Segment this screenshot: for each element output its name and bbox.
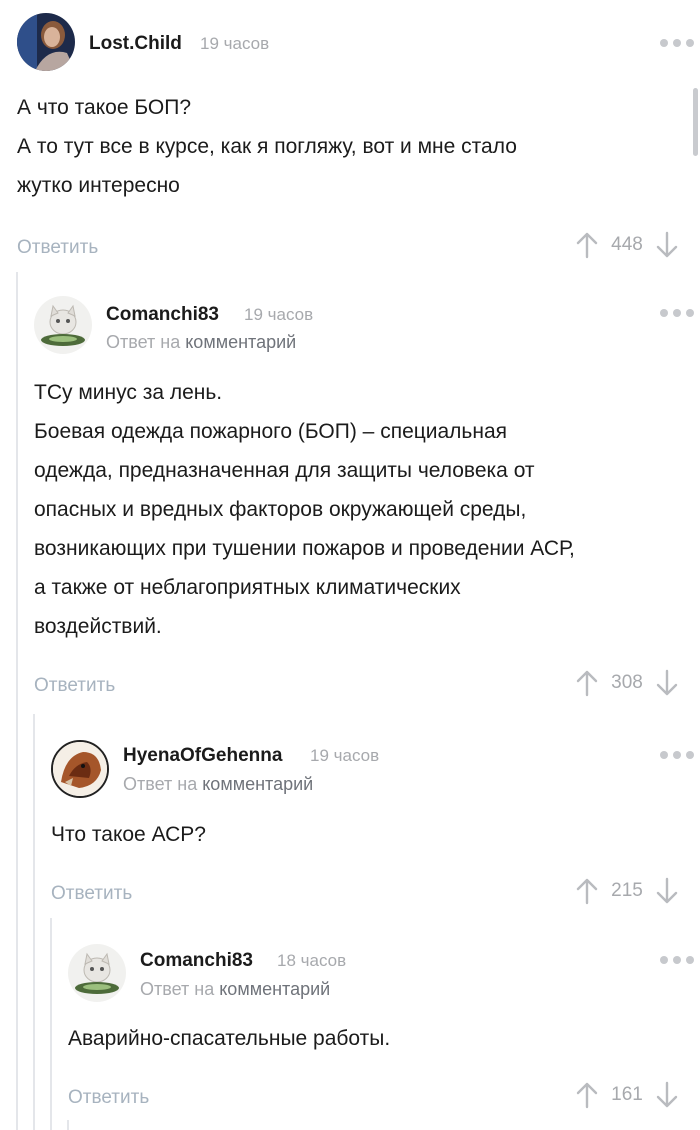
comment-header: Lost.Child 19 часов xyxy=(17,13,700,73)
username[interactable]: Comanchi83 xyxy=(106,304,219,326)
arrow-up-icon[interactable] xyxy=(576,669,598,697)
comment-body: ТСу минус за лень. Боевая одежда пожарно… xyxy=(34,373,684,646)
more-dots-icon[interactable] xyxy=(660,956,694,964)
comment-line: опасных и вредных факторов окружающей ср… xyxy=(34,498,527,521)
comment-line: одежда, предназначенная для защиты челов… xyxy=(34,459,535,482)
reply-to-prefix: Ответ на xyxy=(123,774,198,794)
reply-to-prefix: Ответ на xyxy=(140,979,215,999)
comment-footer: Ответить 215 xyxy=(51,871,700,911)
comment-line: а также от неблагоприятных климатических xyxy=(34,576,461,599)
reply-to: Ответ на комментарий xyxy=(106,332,296,353)
arrow-up-icon[interactable] xyxy=(576,877,598,905)
comment-hyenaofgehenna: HyenaOfGehenna 19 часов Ответ на коммент… xyxy=(51,740,700,911)
scrollbar[interactable] xyxy=(693,88,698,156)
comment-line: Боевая одежда пожарного (БОП) – специаль… xyxy=(34,420,508,443)
reply-to: Ответ на комментарий xyxy=(140,979,330,1000)
timestamp: 19 часов xyxy=(244,305,314,324)
reply-to-link[interactable]: комментарий xyxy=(202,774,313,794)
thread-line-level-3 xyxy=(50,918,52,1130)
timestamp: 19 часов xyxy=(200,34,270,53)
more-dots-icon[interactable] xyxy=(660,39,694,47)
comment-header: Comanchi83 19 часов Ответ на комментарий xyxy=(34,296,700,356)
arrow-up-icon[interactable] xyxy=(576,1081,598,1109)
vote-controls: 308 xyxy=(576,669,678,697)
avatar[interactable] xyxy=(68,944,126,1002)
avatar[interactable] xyxy=(51,740,109,798)
comment-line: Что такое АСР? xyxy=(51,823,206,846)
comment-header: HyenaOfGehenna 19 часов Ответ на коммент… xyxy=(51,740,700,800)
thread-line-level-4 xyxy=(67,1120,69,1130)
reply-button[interactable]: Ответить xyxy=(68,1087,149,1109)
arrow-down-icon[interactable] xyxy=(656,669,678,697)
reply-button[interactable]: Ответить xyxy=(51,883,132,905)
vote-controls: 161 xyxy=(576,1081,678,1109)
reply-to: Ответ на комментарий xyxy=(123,774,313,795)
comment-line: воздействий. xyxy=(34,615,162,638)
vote-controls: 215 xyxy=(576,877,678,905)
comment-line: Аварийно-спасательные работы. xyxy=(68,1027,391,1050)
rating-count: 308 xyxy=(611,672,643,693)
rating-count: 161 xyxy=(611,1084,643,1105)
comment-footer: Ответить 308 xyxy=(34,663,700,703)
avatar[interactable] xyxy=(34,296,92,354)
comment-footer: Ответить 161 xyxy=(68,1075,700,1115)
arrow-up-icon[interactable] xyxy=(576,231,598,259)
username[interactable]: HyenaOfGehenna xyxy=(123,745,282,767)
comment-line: А то тут все в курсе, как я погляжу, вот… xyxy=(17,135,517,158)
reply-button[interactable]: Ответить xyxy=(17,237,98,259)
timestamp: 18 часов xyxy=(277,951,347,970)
comment-comanchi83-reply: Comanchi83 18 часов Ответ на комментарий… xyxy=(68,944,700,1115)
comment-line: возникающих при тушении пожаров и провед… xyxy=(34,537,575,560)
arrow-down-icon[interactable] xyxy=(656,877,678,905)
thread-line-level-2 xyxy=(33,714,35,1130)
arrow-down-icon[interactable] xyxy=(656,231,678,259)
comment-lost-child: Lost.Child 19 часов А что такое БОП? А т… xyxy=(17,13,700,263)
rating-count: 215 xyxy=(611,880,643,901)
comment-comanchi83: Comanchi83 19 часов Ответ на комментарий… xyxy=(34,296,700,703)
more-dots-icon[interactable] xyxy=(660,751,694,759)
comment-footer: Ответить 448 xyxy=(17,223,700,263)
comment-line: ТСу минус за лень. xyxy=(34,381,223,404)
arrow-down-icon[interactable] xyxy=(656,1081,678,1109)
reply-button[interactable]: Ответить xyxy=(34,675,115,697)
thread-line-level-1 xyxy=(16,272,18,1130)
more-dots-icon[interactable] xyxy=(660,309,694,317)
reply-to-prefix: Ответ на xyxy=(106,332,181,352)
comment-line: жутко интересно xyxy=(17,174,180,197)
avatar[interactable] xyxy=(17,13,75,71)
timestamp: 19 часов xyxy=(310,746,380,765)
username[interactable]: Comanchi83 xyxy=(140,950,253,972)
vote-controls: 448 xyxy=(576,231,678,259)
comment-body: Аварийно-спасательные работы. xyxy=(68,1019,700,1058)
reply-to-link[interactable]: комментарий xyxy=(185,332,296,352)
comment-body: Что такое АСР? xyxy=(51,815,700,854)
reply-to-link[interactable]: комментарий xyxy=(219,979,330,999)
username[interactable]: Lost.Child xyxy=(89,33,182,55)
comment-body: А что такое БОП? А то тут все в курсе, к… xyxy=(17,88,677,205)
comment-line: А что такое БОП? xyxy=(17,96,192,119)
comment-header: Comanchi83 18 часов Ответ на комментарий xyxy=(68,944,700,1004)
rating-count: 448 xyxy=(611,234,643,255)
